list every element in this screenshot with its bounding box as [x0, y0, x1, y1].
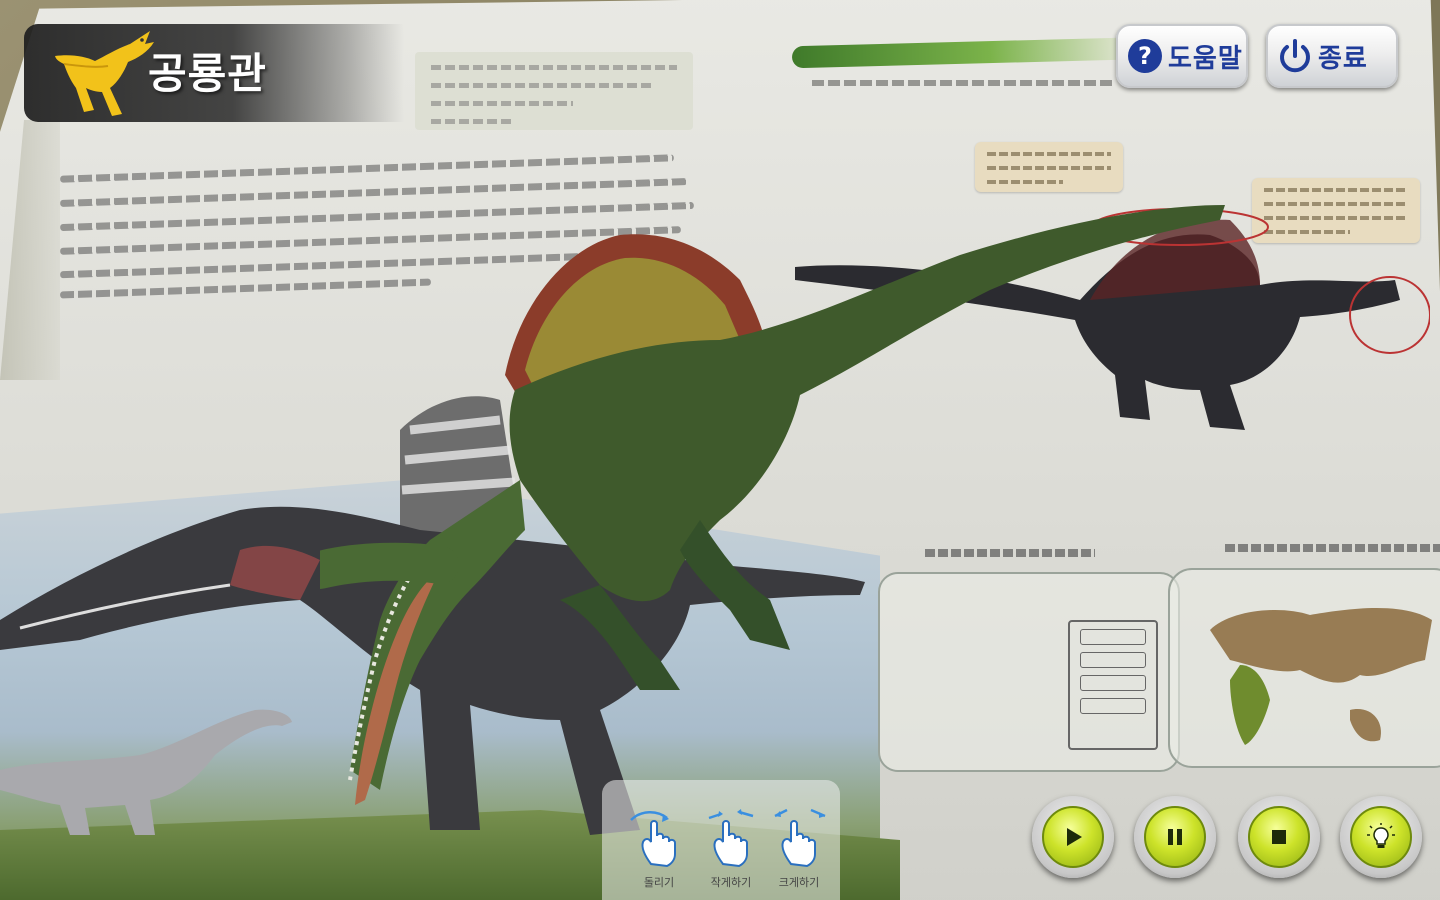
rotate-hand-icon — [630, 811, 676, 868]
gesture-rotate[interactable]: 돌리기 — [624, 806, 694, 890]
lightbulb-icon — [1367, 823, 1395, 848]
pause-button[interactable] — [1134, 796, 1216, 878]
gesture-enlarge[interactable]: 크게하기 — [764, 806, 834, 890]
camera-view — [0, 0, 1440, 900]
gesture-enlarge-label: 크게하기 — [778, 876, 820, 889]
printed-sauropod-image — [0, 709, 292, 835]
pause-button-face — [1144, 806, 1206, 868]
map-title — [1225, 544, 1440, 552]
stop-button-face — [1248, 806, 1310, 868]
play-button[interactable] — [1032, 796, 1114, 878]
stop-button[interactable] — [1238, 796, 1320, 878]
stop-icon — [1272, 830, 1286, 844]
exit-button[interactable]: 종료 — [1266, 24, 1398, 88]
hint-button[interactable] — [1340, 796, 1422, 878]
page-section-subtext — [812, 80, 1112, 86]
question-icon: ? — [1128, 39, 1162, 73]
pinch-out-hand-icon — [774, 808, 826, 868]
gesture-shrink[interactable]: 작게하기 — [696, 806, 766, 890]
pinch-in-hand-icon — [708, 809, 754, 868]
exit-button-label: 종료 — [1318, 43, 1368, 74]
play-icon — [1067, 828, 1082, 846]
pause-icon — [1168, 829, 1182, 845]
svg-text:?: ? — [1138, 42, 1152, 70]
page-info-box — [415, 52, 693, 130]
power-icon — [1280, 39, 1310, 73]
help-button[interactable]: ? 도움말 — [1116, 24, 1248, 88]
page-callout — [975, 142, 1123, 192]
app-title: 공룡관 — [148, 49, 267, 98]
gesture-shrink-label: 작게하기 — [710, 876, 752, 889]
gesture-rotate-label: 돌리기 — [643, 876, 675, 889]
play-button-face — [1042, 806, 1104, 868]
ar-dinosaur-model[interactable] — [320, 190, 1230, 830]
hint-button-face — [1350, 806, 1412, 868]
help-button-label: 도움말 — [1168, 43, 1243, 74]
dinosaur-logo-icon — [55, 31, 154, 116]
